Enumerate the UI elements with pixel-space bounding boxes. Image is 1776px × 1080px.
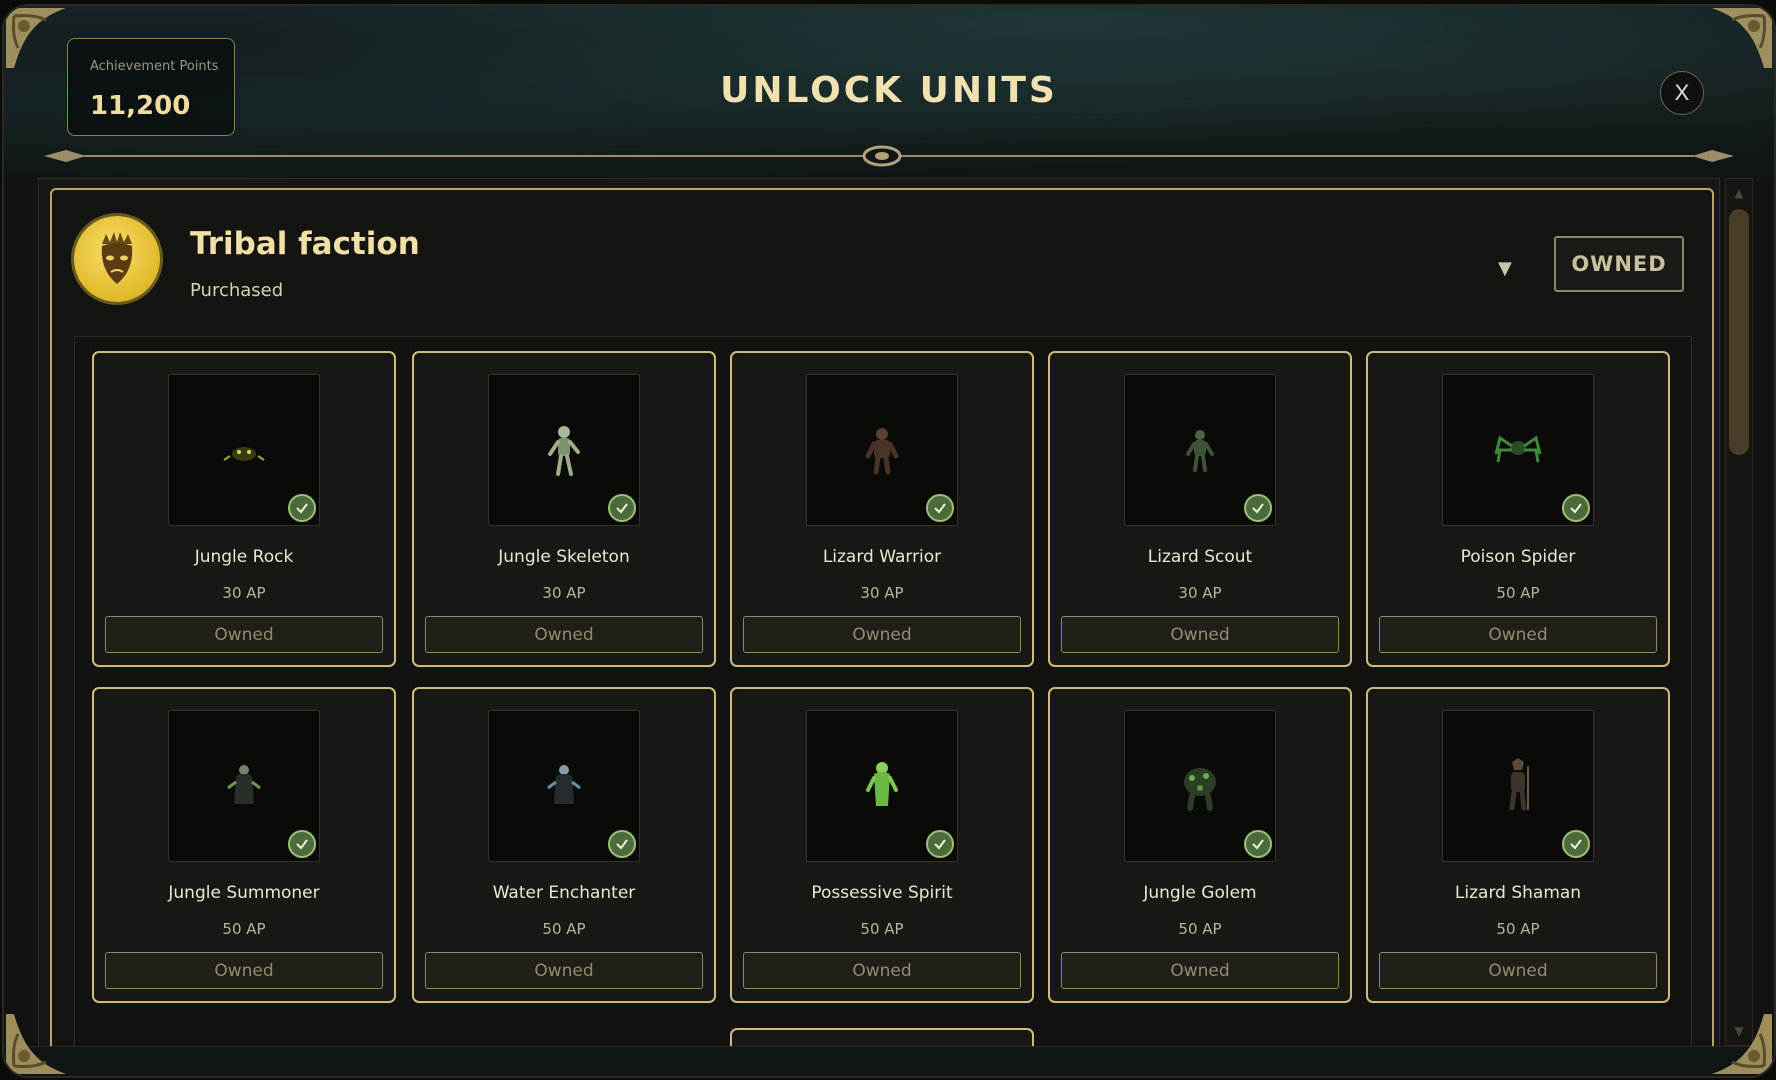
check-icon xyxy=(926,494,954,522)
unit-name: Jungle Golem xyxy=(1143,883,1257,903)
check-icon xyxy=(1244,830,1272,858)
unit-card[interactable]: Poison Spider 50 AP Owned xyxy=(1366,351,1670,667)
unit-name: Jungle Rock xyxy=(194,547,294,567)
unit-cost: 50 AP xyxy=(222,920,266,938)
faction-status: Purchased xyxy=(190,280,284,301)
header-divider xyxy=(44,145,1734,167)
scroll-up-arrow-icon[interactable]: ▲ xyxy=(1726,181,1752,205)
unit-portrait xyxy=(168,374,320,526)
unit-card[interactable]: Lizard Warrior 30 AP Owned xyxy=(730,351,1034,667)
unit-card[interactable]: Water Enchanter 50 AP Owned xyxy=(412,687,716,1003)
lizard-warrior-icon xyxy=(865,428,899,475)
shaman-icon xyxy=(1509,758,1529,811)
unit-portrait xyxy=(806,374,958,526)
owned-button[interactable]: Owned xyxy=(425,952,703,989)
owned-button[interactable]: Owned xyxy=(105,952,383,989)
unit-card[interactable]: Jungle Skeleton 30 AP Owned xyxy=(412,351,716,667)
check-icon xyxy=(1562,830,1590,858)
unit-card[interactable]: Jungle Summoner 50 AP Owned xyxy=(92,687,396,1003)
unit-portrait xyxy=(488,374,640,526)
unit-portrait xyxy=(1442,374,1594,526)
lizard-scout-icon xyxy=(1186,430,1214,472)
unit-card[interactable]: Jungle Golem 50 AP Owned xyxy=(1048,687,1352,1003)
chevron-down-icon[interactable]: ▼ xyxy=(1498,258,1512,279)
corner-ornament xyxy=(1712,1014,1772,1074)
owned-button[interactable]: Owned xyxy=(743,952,1021,989)
owned-button[interactable]: Owned xyxy=(1379,952,1657,989)
spirit-icon xyxy=(866,762,898,806)
unit-portrait xyxy=(1124,374,1276,526)
unlock-units-window: Achievement Points 11,200 UNLOCK UNITS X… xyxy=(2,4,1776,1078)
unit-cost: 30 AP xyxy=(222,584,266,602)
unit-name: Jungle Skeleton xyxy=(498,547,630,567)
tribal-mask-icon xyxy=(74,216,160,302)
unit-portrait xyxy=(168,710,320,862)
unit-cost: 30 AP xyxy=(860,584,904,602)
unit-card[interactable]: Lizard Shaman 50 AP Owned xyxy=(1366,687,1670,1003)
rock-creature-icon xyxy=(223,447,265,461)
check-icon xyxy=(1562,494,1590,522)
water-enchanter-icon xyxy=(547,765,581,804)
unit-cost: 50 AP xyxy=(542,920,586,938)
corner-ornament xyxy=(6,8,66,68)
scroll-thumb[interactable] xyxy=(1729,209,1749,455)
unit-cost: 50 AP xyxy=(860,920,904,938)
corner-ornament xyxy=(6,1014,66,1074)
unit-cost: 30 AP xyxy=(1178,584,1222,602)
unit-card[interactable]: Jungle Rock 30 AP Owned xyxy=(92,351,396,667)
summoner-icon xyxy=(227,765,261,804)
unit-cost: 30 AP xyxy=(542,584,586,602)
owned-button[interactable]: Owned xyxy=(105,616,383,653)
page-title: UNLOCK UNITS xyxy=(720,70,1058,111)
unit-cost: 50 AP xyxy=(1496,584,1540,602)
unit-portrait xyxy=(806,710,958,862)
owned-button[interactable]: Owned xyxy=(1061,616,1339,653)
faction-name: Tribal faction xyxy=(190,226,420,262)
check-icon xyxy=(288,830,316,858)
footer-bar xyxy=(4,1046,1774,1076)
spider-icon xyxy=(1494,435,1542,463)
owned-button[interactable]: Owned xyxy=(1061,952,1339,989)
golem-icon xyxy=(1184,768,1216,811)
unit-name: Poison Spider xyxy=(1460,547,1576,567)
check-icon xyxy=(1244,494,1272,522)
unit-name: Water Enchanter xyxy=(492,883,636,903)
owned-button[interactable]: Owned xyxy=(743,616,1021,653)
scrollbar[interactable]: ▲ ▼ xyxy=(1725,178,1753,1046)
corner-ornament xyxy=(1712,8,1772,68)
unit-portrait xyxy=(1442,710,1594,862)
unit-card[interactable]: Lizard Scout 30 AP Owned xyxy=(1048,351,1352,667)
check-icon xyxy=(926,830,954,858)
check-icon xyxy=(608,830,636,858)
unit-name: Lizard Shaman xyxy=(1454,883,1582,903)
check-icon xyxy=(608,494,636,522)
owned-button[interactable]: Owned xyxy=(425,616,703,653)
skeleton-icon xyxy=(548,426,580,476)
unit-name: Jungle Summoner xyxy=(168,883,320,903)
unit-name: Lizard Scout xyxy=(1147,547,1253,567)
unit-portrait xyxy=(1124,710,1276,862)
close-button[interactable]: X xyxy=(1660,71,1704,115)
unit-name: Possessive Spirit xyxy=(811,883,953,903)
unit-card[interactable]: Possessive Spirit 50 AP Owned xyxy=(730,687,1034,1003)
owned-button[interactable]: Owned xyxy=(1379,616,1657,653)
unit-cost: 50 AP xyxy=(1178,920,1222,938)
unit-portrait xyxy=(488,710,640,862)
owned-badge: OWNED xyxy=(1554,236,1684,292)
unit-name: Lizard Warrior xyxy=(822,547,942,567)
unit-cost: 50 AP xyxy=(1496,920,1540,938)
check-icon xyxy=(288,494,316,522)
